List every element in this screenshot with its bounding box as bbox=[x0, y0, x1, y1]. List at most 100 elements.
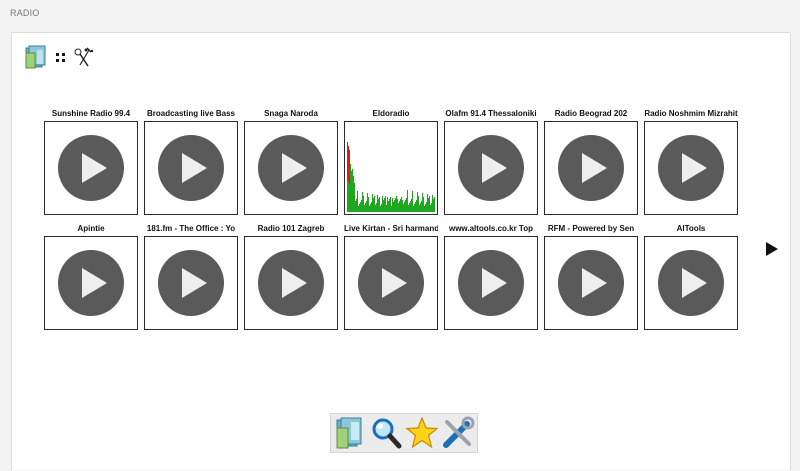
visualizer-bar bbox=[369, 206, 370, 212]
grid-view-icon[interactable] bbox=[56, 53, 66, 63]
station-tile[interactable]: 181.fm - The Office : Yo bbox=[144, 223, 238, 330]
play-icon[interactable] bbox=[357, 249, 425, 317]
station-player-box[interactable] bbox=[44, 121, 138, 215]
visualizer-bar bbox=[361, 200, 362, 212]
station-name: Radio Beograd 202 bbox=[554, 109, 628, 118]
visualizer-bar bbox=[360, 202, 361, 212]
visualizer-bar bbox=[367, 193, 368, 212]
station-tile[interactable]: Radio 101 Zagreb bbox=[244, 223, 338, 330]
visualizer-bar bbox=[429, 196, 430, 212]
visualizer-bar bbox=[362, 192, 363, 212]
visualizer-bar bbox=[372, 194, 373, 212]
play-icon[interactable] bbox=[57, 249, 125, 317]
visualizer-bar bbox=[354, 183, 355, 212]
visualizer-bar bbox=[383, 200, 384, 212]
play-icon[interactable] bbox=[557, 134, 625, 202]
visualizer-bar bbox=[400, 199, 401, 212]
station-player-box[interactable] bbox=[44, 236, 138, 330]
visualizer-bar bbox=[363, 196, 364, 212]
station-player-box[interactable] bbox=[444, 121, 538, 215]
play-icon[interactable] bbox=[457, 249, 525, 317]
visualizer-bar bbox=[422, 193, 423, 212]
visualizer-bar bbox=[419, 205, 420, 212]
station-tile[interactable]: Radio Noshmim Mizrahit bbox=[644, 108, 738, 215]
favorites-star-icon[interactable] bbox=[405, 416, 439, 450]
station-name: Sunshine Radio 99.4 bbox=[51, 109, 131, 118]
station-player-box[interactable] bbox=[344, 121, 438, 215]
app-title: RADIO bbox=[10, 8, 40, 18]
visualizer-bar bbox=[356, 199, 357, 212]
visualizer-bar bbox=[427, 194, 428, 212]
next-page-arrow-icon[interactable] bbox=[765, 241, 779, 257]
visualizer-bar bbox=[395, 198, 396, 212]
visualizer-bar bbox=[403, 204, 404, 212]
station-player-box[interactable] bbox=[544, 121, 638, 215]
play-icon[interactable] bbox=[457, 134, 525, 202]
play-icon[interactable] bbox=[157, 134, 225, 202]
station-tile[interactable]: AlTools bbox=[644, 223, 738, 330]
station-name: Snaga Naroda bbox=[264, 109, 318, 118]
visualizer-bar bbox=[373, 198, 374, 212]
visualizer-bar bbox=[359, 204, 360, 212]
station-player-box[interactable] bbox=[444, 236, 538, 330]
station-player-box[interactable] bbox=[344, 236, 438, 330]
station-tile[interactable]: Sunshine Radio 99.4 bbox=[44, 108, 138, 215]
station-player-box[interactable] bbox=[144, 121, 238, 215]
visualizer-bar bbox=[414, 204, 415, 212]
station-tile[interactable]: Apintie bbox=[44, 223, 138, 330]
station-player-box[interactable] bbox=[644, 121, 738, 215]
visualizer-bar bbox=[380, 206, 381, 212]
visualizer-bar bbox=[370, 204, 371, 212]
station-tile[interactable]: RFM - Powered by Sen bbox=[544, 223, 638, 330]
play-icon[interactable] bbox=[257, 249, 325, 317]
visualizer-bar bbox=[420, 203, 421, 212]
settings-tools-icon[interactable] bbox=[441, 416, 475, 450]
visualizer-bar bbox=[391, 206, 392, 212]
visualizer-bar bbox=[371, 202, 372, 212]
visualizer-bar bbox=[358, 206, 359, 212]
visualizer-bar bbox=[409, 203, 410, 212]
visualizer-bar bbox=[417, 192, 418, 212]
visualizer-bar bbox=[398, 203, 399, 212]
visualizer-bar bbox=[351, 171, 352, 212]
visualizer-bar bbox=[377, 195, 378, 212]
visualizer-bar bbox=[428, 198, 429, 212]
visualizer-bar bbox=[405, 200, 406, 212]
play-icon[interactable] bbox=[157, 249, 225, 317]
tools-icon[interactable] bbox=[71, 45, 95, 74]
visualizer-bar bbox=[396, 196, 397, 212]
station-name: AlTools bbox=[676, 224, 706, 233]
play-icon[interactable] bbox=[57, 134, 125, 202]
station-player-box[interactable] bbox=[544, 236, 638, 330]
play-icon[interactable] bbox=[557, 249, 625, 317]
play-icon[interactable] bbox=[657, 134, 725, 202]
station-tile[interactable]: Olafm 91.4 Thessaloniki bbox=[444, 108, 538, 215]
visualizer-bar bbox=[352, 169, 353, 212]
station-player-box[interactable] bbox=[144, 236, 238, 330]
station-name: RFM - Powered by Sen bbox=[547, 224, 635, 233]
visualizer-bar bbox=[384, 198, 385, 212]
visualizer-bar bbox=[393, 202, 394, 212]
title-bar: RADIO bbox=[0, 0, 800, 26]
visualizer-bar bbox=[423, 197, 424, 212]
folder-icon[interactable] bbox=[24, 45, 48, 74]
station-tile[interactable]: Radio Beograd 202 bbox=[544, 108, 638, 215]
visualizer-bar bbox=[378, 199, 379, 212]
station-tile[interactable]: Eldoradio bbox=[344, 108, 438, 215]
library-icon[interactable] bbox=[333, 416, 367, 450]
visualizer-bar bbox=[402, 200, 403, 212]
bottom-toolbar bbox=[330, 413, 478, 453]
station-player-box[interactable] bbox=[644, 236, 738, 330]
play-icon[interactable] bbox=[657, 249, 725, 317]
station-tile[interactable]: Live Kirtan - Sri harmandir bbox=[344, 223, 438, 330]
station-player-box[interactable] bbox=[244, 121, 338, 215]
station-player-box[interactable] bbox=[244, 236, 338, 330]
search-icon[interactable] bbox=[369, 416, 403, 450]
station-tile[interactable]: Broadcasting live Bass bbox=[144, 108, 238, 215]
visualizer-bar bbox=[404, 202, 405, 212]
visualizer-bar bbox=[366, 201, 367, 212]
station-tile[interactable]: Snaga Naroda bbox=[244, 108, 338, 215]
station-tile[interactable]: www.altools.co.kr Top bbox=[444, 223, 538, 330]
play-icon[interactable] bbox=[257, 134, 325, 202]
visualizer-bar bbox=[406, 198, 407, 212]
